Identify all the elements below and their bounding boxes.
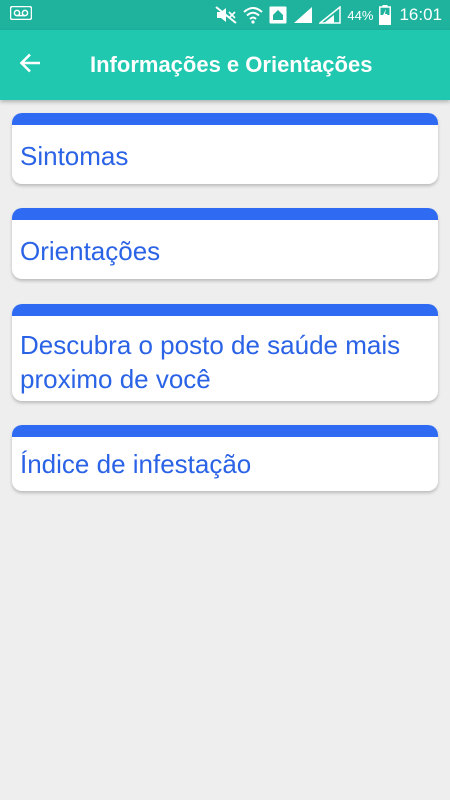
app-bar: Informações e Orientações [0,30,450,100]
arrow-left-icon [19,53,41,78]
card-accent-bar [12,113,438,125]
status-bar: 44% 16:01 [0,0,450,30]
menu-card-sintomas[interactable]: Sintomas [12,113,438,184]
signal-icon [293,6,313,24]
card-accent-bar [12,425,438,437]
status-left [9,0,33,30]
menu-card-label: Sintomas [20,141,129,171]
card-accent-bar [12,208,438,220]
card-accent-bar [12,304,438,316]
menu-card-indice-de-infestacao[interactable]: Índice de infestação [12,425,438,491]
back-button[interactable] [0,30,60,100]
menu-card-label: Orientações [20,236,161,266]
battery-charging-icon [379,5,392,25]
menu-card-posto-de-saude[interactable]: Descubra o posto de saúde mais proximo d… [12,304,438,401]
home-icon [269,6,287,24]
voicemail-icon [9,5,33,25]
wifi-icon [243,6,264,24]
mute-icon [215,6,238,24]
menu-card-label: Índice de infestação [20,449,252,479]
page-title: Informações e Orientações [90,52,373,77]
status-time: 16:01 [399,5,442,24]
menu-card-orientacoes[interactable]: Orientações [12,208,438,279]
status-right: 44% 16:01 [215,0,442,30]
battery-percent: 44% [347,7,374,23]
menu-card-label: Descubra o posto de saúde mais proximo d… [20,330,401,394]
signal-icon [319,6,342,24]
